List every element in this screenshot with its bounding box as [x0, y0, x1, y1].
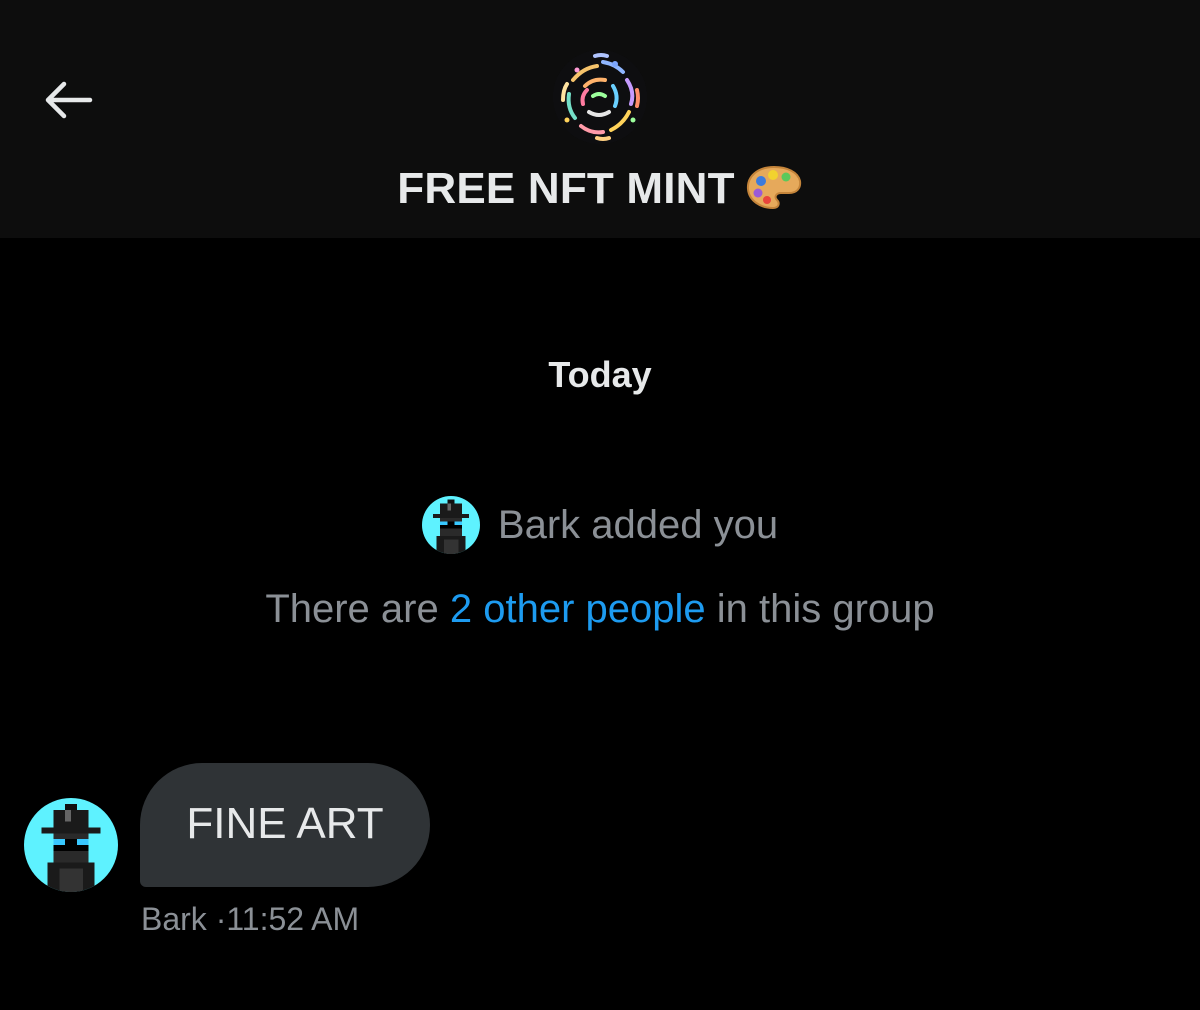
message-bubble[interactable]: FINE ART — [140, 763, 430, 887]
group-title-text: FREE NFT MINT — [397, 164, 735, 213]
message-text: FINE ART — [186, 799, 384, 848]
sender-avatar[interactable] — [24, 798, 118, 892]
conversation-header: FREE NFT MINT — [0, 0, 1200, 238]
back-button[interactable] — [36, 70, 100, 130]
added-by-avatar[interactable] — [421, 496, 480, 554]
message-meta: Bark ·11:52 AM — [141, 898, 359, 940]
added-notice-text: Bark added you — [497, 503, 779, 547]
pixel-hat-character-avatar — [421, 496, 480, 554]
other-people-link[interactable]: 2 other people — [450, 587, 706, 631]
meta-separator: · — [215, 901, 227, 937]
day-separator: Today — [548, 354, 652, 395]
group-title: FREE NFT MINT — [0, 162, 1200, 216]
message-time: 11:52 AM — [226, 901, 360, 937]
abstract-swirl-art-icon — [553, 50, 647, 144]
system-event-added: Bark added you — [0, 496, 1200, 554]
message-sender: Bark — [141, 901, 207, 937]
artist-palette-icon — [746, 165, 801, 210]
arrow-left-icon — [45, 81, 93, 119]
group-info-prefix: There are — [265, 587, 439, 631]
group-members-info: There are 2 other people in this group — [0, 582, 1200, 636]
group-avatar[interactable] — [553, 50, 647, 144]
group-info-suffix: in this group — [716, 587, 935, 631]
dm-conversation-screen: FREE NFT MINT Today Bark added you There… — [0, 0, 1200, 1010]
pixel-hat-character-avatar — [24, 798, 118, 892]
